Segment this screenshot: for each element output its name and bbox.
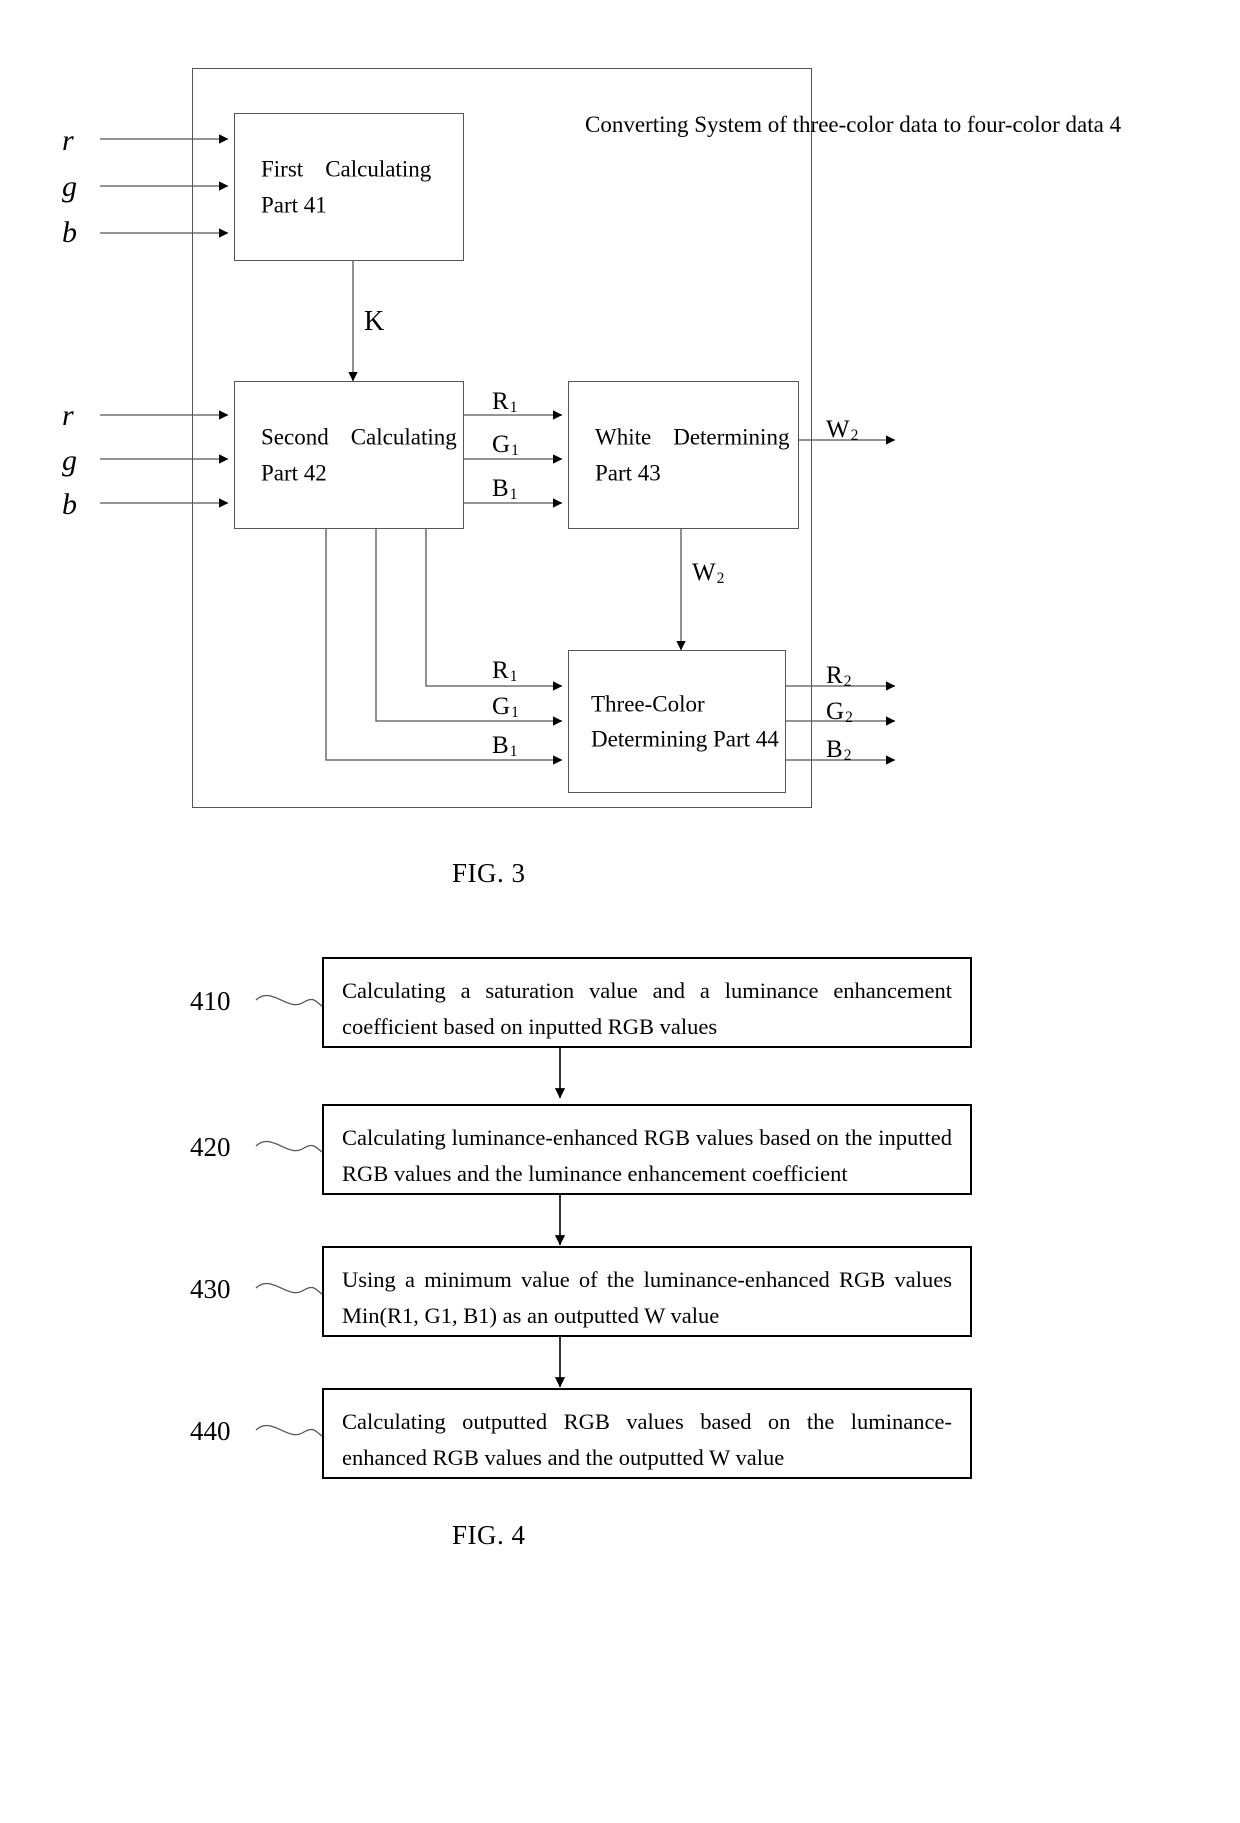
flow-step-430-text: Using a minimum value of the luminance-e… bbox=[342, 1267, 952, 1329]
block-first-line1-b: Calculating bbox=[325, 156, 432, 182]
flow-step-420-text: Calculating luminance-enhanced RGB value… bbox=[342, 1125, 952, 1187]
block-second-line2: Part 42 bbox=[261, 460, 327, 485]
block-threecolor-line2: Determining Part 44 bbox=[591, 726, 779, 752]
signal-label-g2-output: G2 bbox=[826, 698, 853, 727]
signal-label-g1-to-threecolor: G1 bbox=[492, 693, 519, 722]
signal-label-b2-output: B2 bbox=[826, 736, 852, 765]
block-first-line2: Part 41 bbox=[261, 192, 327, 217]
signal-label-g1-to-white: G1 bbox=[492, 431, 519, 460]
block-white-line1-a: White bbox=[595, 424, 652, 450]
step-number-420: 420 bbox=[190, 1132, 231, 1162]
signal-label-b1-to-threecolor: B1 bbox=[492, 732, 518, 761]
step-number-440: 440 bbox=[190, 1416, 231, 1446]
flow-step-420: Calculating luminance-enhanced RGB value… bbox=[322, 1104, 972, 1195]
flow-step-440-text: Calculating outputted RGB values based o… bbox=[342, 1409, 952, 1471]
input-label-r-mid: r bbox=[62, 399, 74, 432]
input-label-g-top: g bbox=[62, 170, 77, 203]
figure3-caption: FIG. 3 bbox=[452, 858, 526, 888]
input-label-r-top: r bbox=[62, 124, 74, 157]
block-white-determining-part: White Determining Part 43 bbox=[568, 381, 799, 529]
block-second-calculating-part: Second Calculating Part 42 bbox=[234, 381, 464, 529]
signal-label-b1-to-white: B1 bbox=[492, 475, 518, 504]
system-label-line2: of three-color data to bbox=[767, 112, 962, 137]
signal-label-k: K bbox=[364, 306, 385, 337]
signal-label-r2-output: R2 bbox=[826, 662, 852, 691]
system-label-line1: Converting System bbox=[585, 112, 762, 137]
flow-step-430: Using a minimum value of the luminance-e… bbox=[322, 1246, 972, 1337]
flow-step-440: Calculating outputted RGB values based o… bbox=[322, 1388, 972, 1479]
step-number-410: 410 bbox=[190, 986, 231, 1016]
flow-step-410-text: Calculating a saturation value and a lum… bbox=[342, 978, 952, 1040]
block-threecolor-line1: Three-Color bbox=[591, 690, 705, 716]
block-second-line1-b: Calculating bbox=[350, 424, 457, 450]
system-label: Converting System of three-color data to… bbox=[585, 108, 1121, 142]
signal-label-r1-to-white: R1 bbox=[492, 388, 518, 417]
patent-figure-page: Converting System of three-color data to… bbox=[0, 0, 1240, 1823]
input-label-b-top: b bbox=[62, 216, 77, 249]
flow-step-410: Calculating a saturation value and a lum… bbox=[322, 957, 972, 1048]
signal-label-r1-to-threecolor: R1 bbox=[492, 657, 518, 686]
block-second-line1-a: Second bbox=[261, 424, 329, 450]
input-label-g-mid: g bbox=[62, 444, 77, 477]
block-three-color-determining-part: Three-Color Determining Part 44 bbox=[568, 650, 786, 793]
block-first-calculating-part: First Calculating Part 41 bbox=[234, 113, 464, 261]
signal-label-w2-output: W2 bbox=[826, 416, 859, 445]
figure4-caption: FIG. 4 bbox=[452, 1520, 526, 1550]
block-first-line1-a: First bbox=[261, 156, 304, 182]
block-white-line1-b: Determining bbox=[673, 424, 790, 450]
signal-label-w2-internal: W2 bbox=[692, 559, 725, 588]
step-number-430: 430 bbox=[190, 1274, 231, 1304]
input-label-b-mid: b bbox=[62, 488, 77, 521]
system-label-line3: four-color data 4 bbox=[966, 112, 1122, 137]
block-white-line2: Part 43 bbox=[595, 460, 661, 485]
